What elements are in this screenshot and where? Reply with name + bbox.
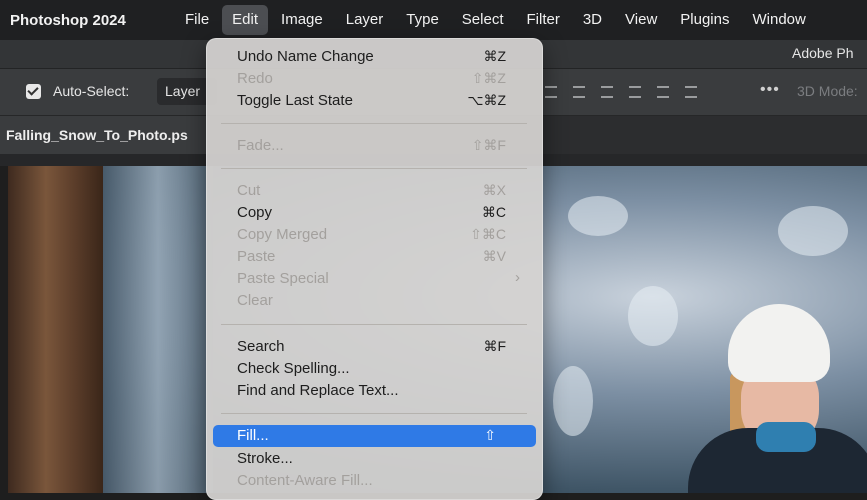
menu-separator [221,324,527,325]
menu-item-label: Stroke... [237,450,293,467]
snow-patch [628,286,678,346]
menu-item-label: Toggle Last State [237,92,353,109]
menu-item-shortcut: ⌥⌘Z [467,92,506,108]
girl-knit-hat [728,304,830,382]
menu-item-label: Copy Merged [237,226,328,243]
3d-mode-label: 3D Mode: [797,83,858,99]
menu-separator [221,168,527,169]
menu-item-redo: Redo ⇧⌘Z [207,68,542,90]
menu-item-paste-special: Paste Special › [207,268,542,290]
menu-item-undo[interactable]: Undo Name Change ⌘Z [207,46,542,68]
menu-item-stroke[interactable]: Stroke... [207,448,542,470]
menu-item-toggle-last-state[interactable]: Toggle Last State ⌥⌘Z [207,90,542,112]
auto-select-label: Auto-Select: [53,83,130,99]
menu-item-find-replace[interactable]: Find and Replace Text... [207,380,542,402]
menu-window[interactable]: Window [742,5,815,35]
menu-item-shortcut: ⌘Z [483,48,506,64]
shift-icon: ⇧ [484,427,496,443]
menu-plugins[interactable]: Plugins [670,5,739,35]
menu-item-search[interactable]: Search ⌘F [207,336,542,358]
menu-item-label: Cut [237,182,261,199]
girl-collar [756,422,816,452]
menu-item-content-aware-fill: Content-Aware Fill... [207,470,542,492]
align-left-edges-icon[interactable] [540,81,562,103]
menu-item-shortcut: ⌘F [483,338,506,354]
snow-patch [778,206,848,256]
snow-patch [553,366,593,436]
menu-item-clear: Clear [207,290,542,312]
menu-bar: Photoshop 2024 File Edit Image Layer Typ… [0,0,867,40]
menu-item-paste: Paste ⌘V [207,246,542,268]
menu-item-copy[interactable]: Copy ⌘C [207,202,542,224]
menu-item-label: Paste [237,248,276,265]
menu-item-label: Find and Replace Text... [237,382,399,399]
menu-item-cut: Cut ⌘X [207,180,542,202]
app-menu-photoshop[interactable]: Photoshop 2024 [0,12,175,29]
align-horizontal-centers-icon[interactable] [568,81,590,103]
align-bottom-edges-icon[interactable] [652,81,674,103]
menu-item-label: Fill... [237,427,269,444]
snow-patch [568,196,628,236]
menu-file[interactable]: File [175,5,219,35]
menu-item-label: Clear [237,292,273,309]
tree-trunk [8,166,103,493]
menu-item-shortcut: ⌘V [482,248,506,264]
menu-item-copy-merged: Copy Merged ⇧⌘C [207,224,542,246]
menu-item-label: Fade... [237,137,284,154]
menu-item-shortcut: ⌘X [482,182,506,198]
menu-item-label: Paste Special [237,270,329,287]
menu-item-label: Redo [237,70,273,87]
auto-select-checkbox[interactable] [26,84,41,99]
menu-item-label: Search [237,338,285,355]
menu-item-label: Content-Aware Fill... [237,472,373,489]
menu-3d[interactable]: 3D [573,5,612,35]
menu-item-check-spelling[interactable]: Check Spelling... [207,358,542,380]
menu-item-fill[interactable]: Fill... ⇧ [213,425,536,447]
align-vertical-centers-icon[interactable] [624,81,646,103]
more-options-button[interactable]: ••• [760,81,780,99]
menu-filter[interactable]: Filter [517,5,570,35]
document-tab[interactable]: Falling_Snow_To_Photo.ps [0,116,210,154]
menu-item-shortcut: ⌘C [481,204,506,220]
menu-view[interactable]: View [615,5,667,35]
align-top-edges-icon[interactable] [596,81,618,103]
distribute-icon[interactable] [680,81,702,103]
menu-item-shortcut: ⇧⌘C [470,226,506,242]
menu-item-label: Copy [237,204,273,221]
menu-type[interactable]: Type [396,5,449,35]
menu-item-label: Check Spelling... [237,360,350,377]
menu-item-label: Undo Name Change [237,48,374,65]
chevron-right-icon: › [515,269,520,286]
menu-item-fade: Fade... ⇧⌘F [207,135,542,157]
menu-item-shortcut: ⇧⌘F [471,137,506,153]
menu-separator [221,413,527,414]
menu-layer[interactable]: Layer [336,5,394,35]
menu-separator [221,123,527,124]
app-title: Adobe Ph [792,45,854,61]
menu-image[interactable]: Image [271,5,333,35]
snowy-branches [103,166,213,493]
edit-menu-dropdown: Undo Name Change ⌘Z Redo ⇧⌘Z Toggle Last… [206,38,543,500]
menu-select[interactable]: Select [452,5,514,35]
menu-item-shortcut: ⇧⌘Z [471,70,506,86]
menu-edit[interactable]: Edit [222,5,269,35]
align-buttons-group [540,81,702,103]
